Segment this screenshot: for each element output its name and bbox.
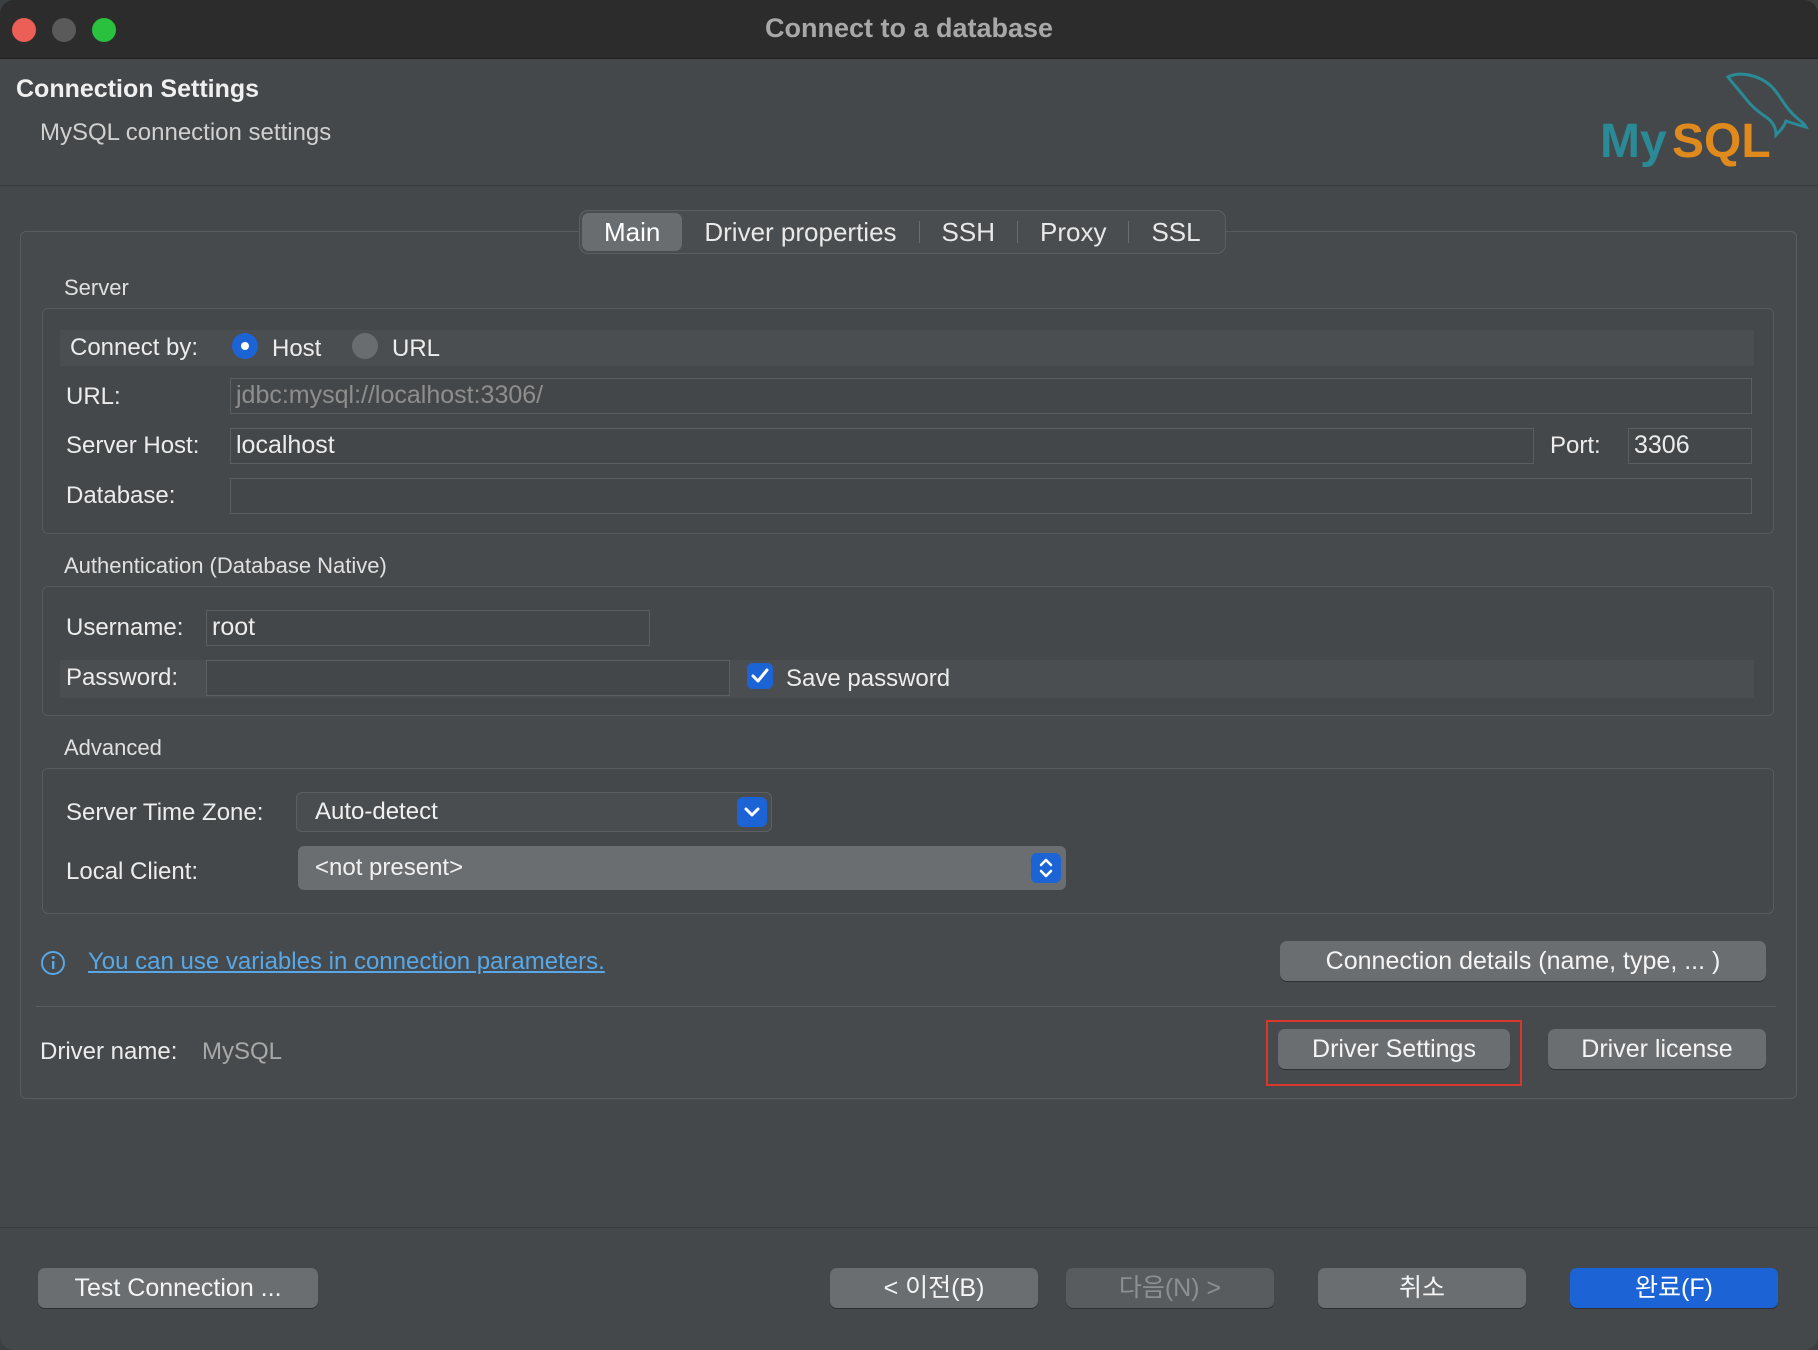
tab-ssh[interactable]: SSH bbox=[920, 213, 1017, 251]
driver-settings-button[interactable]: Driver Settings bbox=[1278, 1029, 1510, 1069]
tab-main[interactable]: Main bbox=[582, 213, 683, 251]
host-radio-label[interactable]: Host bbox=[272, 335, 321, 363]
test-connection-button[interactable]: Test Connection ... bbox=[38, 1268, 318, 1308]
page-title: Connection Settings bbox=[16, 75, 260, 103]
timezone-combobox[interactable]: Auto-detect bbox=[296, 792, 772, 832]
mysql-logo-my: My bbox=[1600, 115, 1667, 168]
mysql-logo: My SQL bbox=[1600, 72, 1809, 168]
server-host-input[interactable]: localhost bbox=[230, 428, 1534, 464]
tab-ssl[interactable]: SSL bbox=[1129, 213, 1222, 251]
updown-chevron-icon[interactable] bbox=[1031, 853, 1061, 883]
advanced-group bbox=[42, 768, 1774, 914]
port-input[interactable]: 3306 bbox=[1628, 428, 1752, 464]
chevron-down-icon[interactable] bbox=[737, 797, 767, 827]
tab-bar: Main Driver properties SSH Proxy SSL bbox=[579, 210, 1226, 254]
database-input[interactable] bbox=[230, 478, 1752, 514]
timezone-value: Auto-detect bbox=[315, 798, 438, 825]
checkmark-icon bbox=[751, 668, 769, 683]
local-client-select[interactable]: <not present> bbox=[298, 846, 1066, 890]
server-host-label: Server Host: bbox=[66, 432, 200, 459]
database-label: Database: bbox=[66, 482, 176, 509]
tab-proxy[interactable]: Proxy bbox=[1018, 213, 1128, 251]
info-icon bbox=[41, 951, 65, 975]
timezone-label: Server Time Zone: bbox=[66, 799, 264, 826]
next-button[interactable]: 다음(N) > bbox=[1066, 1268, 1274, 1308]
driver-license-button[interactable]: Driver license bbox=[1548, 1029, 1766, 1069]
local-client-label: Local Client: bbox=[66, 858, 199, 885]
cancel-button[interactable]: 취소 bbox=[1318, 1268, 1526, 1308]
host-radio[interactable] bbox=[232, 333, 258, 359]
advanced-group-title: Advanced bbox=[64, 735, 162, 760]
username-label: Username: bbox=[66, 614, 184, 641]
footer-divider bbox=[0, 1227, 1818, 1228]
username-input[interactable]: root bbox=[206, 610, 650, 646]
save-password-checkbox[interactable] bbox=[747, 663, 773, 689]
password-input[interactable] bbox=[206, 660, 730, 696]
driver-name-value: MySQL bbox=[202, 1038, 283, 1065]
url-label: URL: bbox=[66, 383, 121, 410]
divider bbox=[36, 1006, 1776, 1007]
local-client-value: <not present> bbox=[315, 854, 464, 881]
url-radio[interactable] bbox=[352, 333, 378, 359]
radio-dot-icon bbox=[241, 342, 249, 350]
url-radio-label[interactable]: URL bbox=[392, 335, 440, 363]
server-group-title: Server bbox=[64, 275, 129, 300]
variables-help-link[interactable]: You can use variables in connection para… bbox=[88, 948, 605, 976]
window-title: Connect to a database bbox=[764, 13, 1054, 43]
dialog-window: Connect to a database Connection Setting… bbox=[0, 0, 1818, 1350]
tab-driver-properties[interactable]: Driver properties bbox=[682, 213, 918, 251]
driver-name-label: Driver name: bbox=[40, 1038, 178, 1065]
connect-by-label: Connect by: bbox=[70, 334, 199, 361]
page-header: Connection Settings MySQL connection set… bbox=[0, 59, 1818, 186]
port-label: Port: bbox=[1550, 432, 1601, 459]
password-label: Password: bbox=[66, 664, 179, 691]
title-bar: Connect to a database bbox=[0, 0, 1818, 59]
updown-chevron-glyph bbox=[1039, 858, 1053, 878]
save-password-label[interactable]: Save password bbox=[786, 665, 950, 693]
mysql-logo-sql: SQL bbox=[1672, 115, 1771, 168]
connection-details-button[interactable]: Connection details (name, type, ... ) bbox=[1280, 941, 1766, 981]
auth-group-title: Authentication (Database Native) bbox=[64, 553, 387, 578]
url-input[interactable]: jdbc:mysql://localhost:3306/ bbox=[230, 378, 1752, 414]
back-button[interactable]: < 이전(B) bbox=[830, 1268, 1038, 1308]
chevron-down-glyph bbox=[744, 807, 760, 817]
finish-button[interactable]: 완료(F) bbox=[1570, 1268, 1778, 1308]
page-subtitle: MySQL connection settings bbox=[40, 119, 332, 146]
